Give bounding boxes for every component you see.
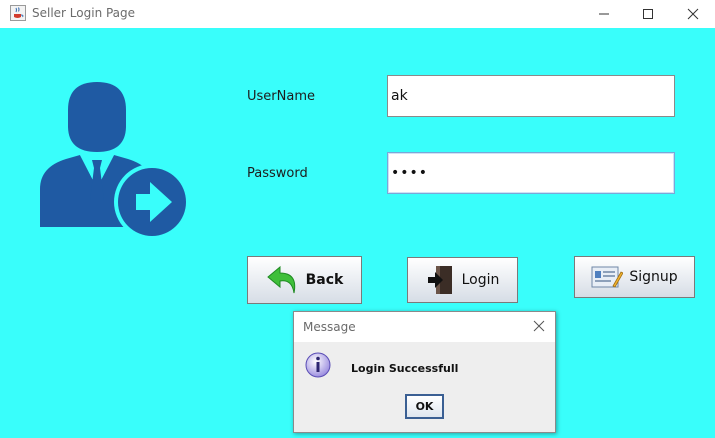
maximize-icon xyxy=(643,9,653,19)
signup-button-label: Signup xyxy=(629,269,678,285)
door-enter-icon xyxy=(427,266,452,294)
back-button-label: Back xyxy=(305,272,344,288)
dialog-title: Message xyxy=(303,320,356,334)
close-icon[interactable] xyxy=(531,318,547,334)
ok-button[interactable]: OK xyxy=(405,394,444,419)
title-bar: Seller Login Page xyxy=(0,0,715,28)
info-icon xyxy=(305,352,331,378)
maximize-button[interactable] xyxy=(625,0,671,28)
window-title: Seller Login Page xyxy=(32,6,136,20)
back-button[interactable]: Back xyxy=(247,256,362,304)
signup-form-icon xyxy=(591,266,624,288)
login-button[interactable]: Login xyxy=(407,257,518,303)
password-label: Password xyxy=(247,166,308,181)
message-dialog: Message Login Successfull OK xyxy=(293,311,556,433)
login-button-label: Login xyxy=(461,272,500,288)
dialog-title-bar: Message xyxy=(294,312,555,342)
minimize-button[interactable] xyxy=(581,0,627,28)
close-button[interactable] xyxy=(670,0,715,28)
minimize-icon xyxy=(599,13,609,15)
user-login-icon xyxy=(40,82,190,240)
close-icon xyxy=(687,8,699,20)
username-label: UserName xyxy=(247,89,315,104)
password-field[interactable]: •••• xyxy=(387,152,675,194)
back-arrow-icon xyxy=(266,265,295,294)
signup-button[interactable]: Signup xyxy=(574,256,695,298)
dialog-message: Login Successfull xyxy=(351,362,459,375)
java-cup-icon xyxy=(10,5,26,21)
username-field[interactable]: ak xyxy=(387,75,675,117)
